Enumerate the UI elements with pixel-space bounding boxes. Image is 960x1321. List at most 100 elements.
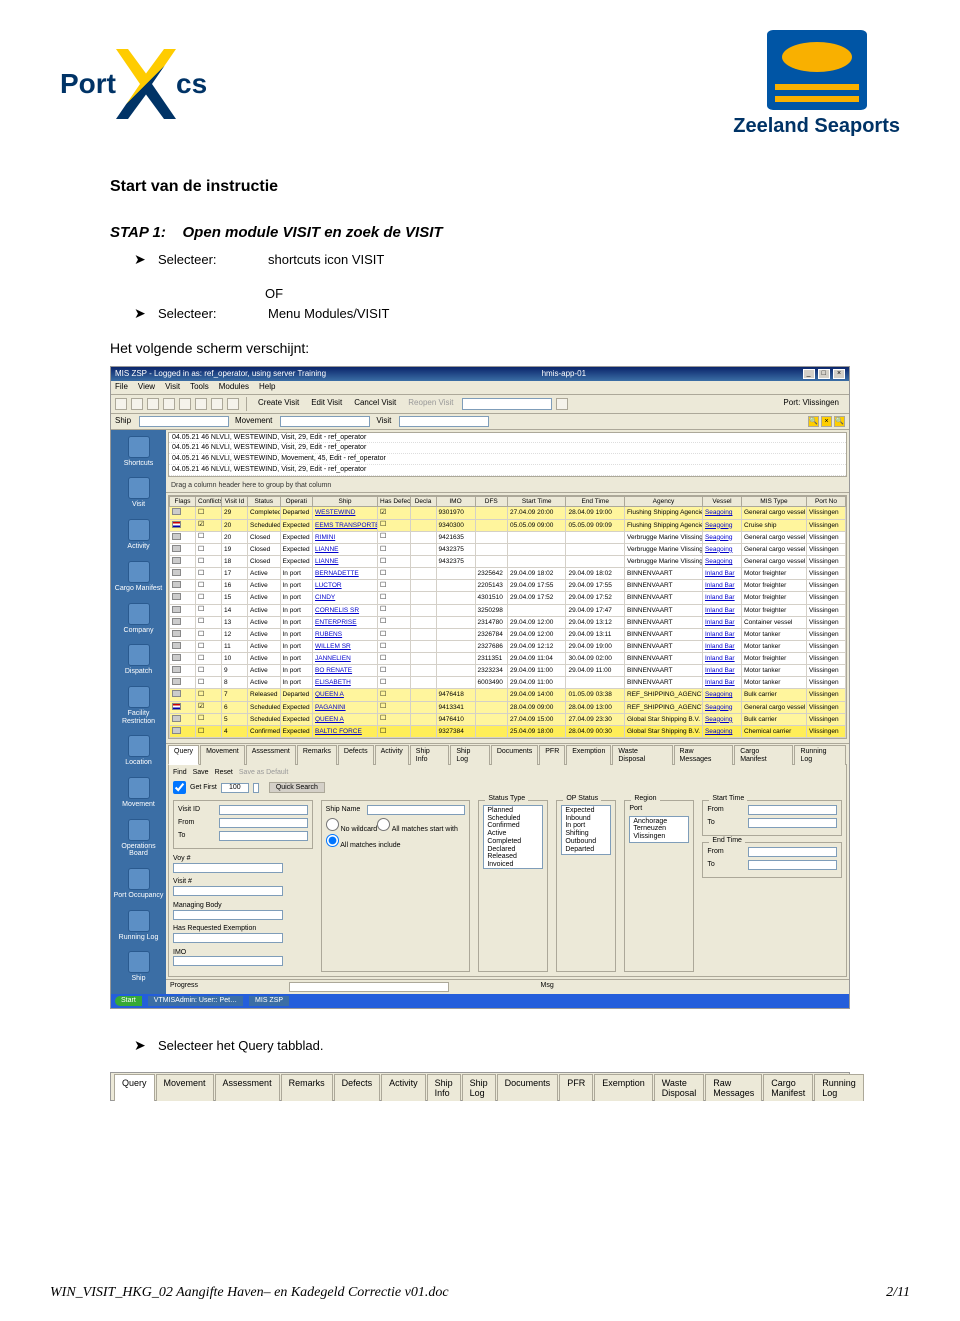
cell-vessel[interactable]: Seagoing <box>702 507 741 519</box>
cell-ship[interactable]: ELISABETH <box>313 677 378 689</box>
search-icon[interactable]: 🔍 <box>808 416 819 427</box>
cell-vessel[interactable]: Seagoing <box>702 555 741 567</box>
tab-waste disposal[interactable]: Waste Disposal <box>612 745 672 765</box>
grid-header[interactable]: Start Time <box>508 497 566 507</box>
visit-id-input[interactable] <box>219 805 308 815</box>
table-row[interactable]: 18 Closed Expected LIANNE 9432375 Verbru… <box>170 555 846 567</box>
cell-vessel[interactable]: Inland Bar <box>702 665 741 677</box>
cell-ship[interactable]: LIANNE <box>313 555 378 567</box>
taskbar-task[interactable]: VTMISAdmin: User:: Pet… <box>148 996 243 1006</box>
list-item[interactable]: Outbound <box>563 838 609 846</box>
list-item[interactable]: Active <box>485 830 541 838</box>
recent-row[interactable]: 04.05.21 46 NLVLI, WESTEWIND, Movement, … <box>169 454 846 465</box>
cell-ship[interactable]: BERNADETTE <box>313 568 378 580</box>
grid-header[interactable]: Conflicts <box>196 497 222 507</box>
cell-vessel[interactable]: Seagoing <box>702 531 741 543</box>
field-input[interactable] <box>173 886 283 896</box>
window-controls[interactable]: _ □ × <box>802 369 845 379</box>
table-row[interactable]: 17 Active In port BERNADETTE 2325642 29.… <box>170 568 846 580</box>
grid-header[interactable]: IMO <box>436 497 475 507</box>
cell-ship[interactable]: LIANNE <box>313 543 378 555</box>
ship-field[interactable] <box>139 416 229 427</box>
table-row[interactable]: 8 Active In port ELISABETH 6003490 29.04… <box>170 677 846 689</box>
list-item[interactable]: Departed <box>563 846 609 854</box>
to-input[interactable] <box>219 831 308 841</box>
movement-field[interactable] <box>280 416 370 427</box>
match-radio[interactable]: All matches start with <box>377 826 458 833</box>
grid-header[interactable]: Port No <box>806 497 845 507</box>
region-list[interactable]: AnchorageTerneuzenVlissingen <box>629 816 689 843</box>
table-row[interactable]: 10 Active In port JANNELIEN 2311351 29.0… <box>170 653 846 665</box>
table-row[interactable]: 16 Active In port LUCTOR 2205143 29.04.0… <box>170 580 846 592</box>
toolbar-icon[interactable] <box>227 398 239 410</box>
sidebar-item[interactable]: Operations Board <box>113 817 164 860</box>
toolbar-icon[interactable] <box>147 398 159 410</box>
sidebar-item[interactable]: Location <box>113 733 164 769</box>
toolbar[interactable]: Create Visit Edit Visit Cancel Visit Reo… <box>111 395 849 414</box>
qp-reset-button[interactable]: Reset <box>215 769 233 776</box>
group-hint[interactable]: Drag a column header here to group by th… <box>166 479 849 494</box>
end-to-input[interactable] <box>748 860 837 870</box>
sidebar[interactable]: ShortcutsVisitActivityCargo ManifestComp… <box>111 430 166 994</box>
toolbar-icon[interactable] <box>179 398 191 410</box>
menubar[interactable]: FileViewVisitToolsModulesHelp <box>111 381 849 395</box>
cell-vessel[interactable]: Seagoing <box>702 543 741 555</box>
sidebar-item[interactable]: Shortcuts <box>113 434 164 470</box>
table-row[interactable]: 20 Scheduled Expected EEMS TRANSPORTER 9… <box>170 519 846 531</box>
toolbar-icon[interactable] <box>131 398 143 410</box>
edit-visit-button[interactable]: Edit Visit <box>307 398 346 409</box>
tab-remarks[interactable]: Remarks <box>297 745 337 765</box>
cell-vessel[interactable]: Inland Bar <box>702 580 741 592</box>
create-visit-button[interactable]: Create Visit <box>254 398 303 409</box>
close-icon[interactable]: × <box>821 416 832 427</box>
grid-header[interactable]: Has Defects <box>378 497 411 507</box>
cell-ship[interactable]: QUEEN A <box>313 713 378 725</box>
tab-exemption[interactable]: Exemption <box>566 745 611 765</box>
table-row[interactable]: 29 Completed Departed WESTEWIND 9301970 … <box>170 507 846 519</box>
toolbar-icon[interactable] <box>211 398 223 410</box>
cell-ship[interactable]: WESTEWIND <box>313 507 378 519</box>
cell-ship[interactable]: RUBENS <box>313 628 378 640</box>
find-icon[interactable]: 🔍 <box>834 416 845 427</box>
toolbar-icon[interactable] <box>115 398 127 410</box>
cell-ship[interactable]: PAGANINI <box>313 701 378 713</box>
menu-item-file[interactable]: File <box>115 382 128 391</box>
table-row[interactable]: 7 Released Departed QUEEN A 9476418 29.0… <box>170 689 846 701</box>
tab-exemption[interactable]: Exemption <box>594 1074 653 1101</box>
cell-ship[interactable]: BALTIC FORCE <box>313 725 378 737</box>
tab-movement[interactable]: Movement <box>200 745 245 765</box>
list-item[interactable]: Released <box>485 853 541 861</box>
cell-ship[interactable]: ENTERPRISE <box>313 616 378 628</box>
list-item[interactable]: Inbound <box>563 815 609 823</box>
grid-header[interactable]: DFS <box>475 497 508 507</box>
table-row[interactable]: 12 Active In port RUBENS 2326784 29.04.0… <box>170 628 846 640</box>
field-input[interactable] <box>173 933 283 943</box>
tab-ship log[interactable]: Ship Log <box>450 745 490 765</box>
ship-name-input[interactable] <box>367 805 466 815</box>
list-item[interactable]: Confirmed <box>485 822 541 830</box>
list-item[interactable]: Expected <box>563 807 609 815</box>
table-row[interactable]: 5 Scheduled Expected QUEEN A 9476410 27.… <box>170 713 846 725</box>
tab-bar[interactable]: QueryMovementAssessmentRemarksDefectsAct… <box>166 743 849 764</box>
start-button[interactable]: Start <box>115 996 142 1006</box>
tab-waste disposal[interactable]: Waste Disposal <box>654 1074 705 1101</box>
table-row[interactable]: 20 Closed Expected RIMINI 9421635 Verbru… <box>170 531 846 543</box>
grid-header[interactable]: Decla <box>410 497 436 507</box>
cell-vessel[interactable]: Inland Bar <box>702 653 741 665</box>
table-row[interactable]: 15 Active In port CINDY 4301510 29.04.09… <box>170 592 846 604</box>
table-row[interactable]: 11 Active In port WILLEM SR 2327686 29.0… <box>170 640 846 652</box>
cell-ship[interactable]: CORNELIS SR <box>313 604 378 616</box>
tab-raw messages[interactable]: Raw Messages <box>705 1074 762 1101</box>
spinner-icon[interactable] <box>253 783 259 793</box>
toolbar-dropdown-icon[interactable] <box>556 398 568 410</box>
tab-activity[interactable]: Activity <box>381 1074 426 1101</box>
menu-item-visit[interactable]: Visit <box>165 382 180 391</box>
sidebar-item[interactable]: Running Log <box>113 908 164 944</box>
tab-defects[interactable]: Defects <box>338 745 374 765</box>
recent-row[interactable]: 04.05.21 46 NLVLI, WESTEWIND, Visit, 29,… <box>169 443 846 454</box>
cell-vessel[interactable]: Seagoing <box>702 713 741 725</box>
tab-movement[interactable]: Movement <box>156 1074 214 1101</box>
tab-ship log[interactable]: Ship Log <box>462 1074 496 1101</box>
list-item[interactable]: Shifting <box>563 830 609 838</box>
tab-defects[interactable]: Defects <box>334 1074 381 1101</box>
